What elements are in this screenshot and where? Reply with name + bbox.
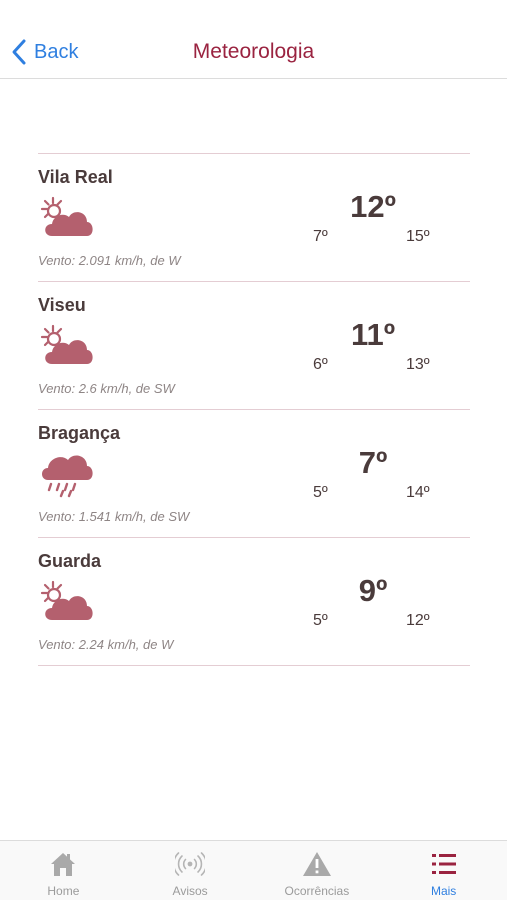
- tab-label: Home: [47, 884, 80, 898]
- partly-cloudy-icon: [40, 324, 93, 364]
- city-name: Guarda: [38, 551, 102, 571]
- page-title: Meteorologia: [192, 40, 315, 63]
- forecast-row: Vila Real Vento: 2.091 km/h, de W 12º 7º…: [38, 154, 470, 282]
- city-name: Vila Real: [38, 167, 113, 187]
- forecast-row: Bragança Vento: 1.541 km/h, de SW 7º 5º …: [38, 410, 470, 538]
- tab-avisos[interactable]: Avisos: [127, 841, 254, 900]
- tab-home[interactable]: Home: [0, 841, 127, 900]
- wind-info: Vento: 2.6 km/h, de SW: [38, 381, 175, 396]
- rain-cloud-icon: [42, 455, 93, 498]
- max-temperature: 15º: [406, 228, 430, 245]
- min-temperature: 7º: [313, 228, 328, 245]
- tab-label: Avisos: [172, 884, 208, 898]
- wind-info: Vento: 2.091 km/h, de W: [38, 253, 181, 268]
- wind-info: Vento: 1.541 km/h, de SW: [38, 509, 190, 524]
- current-temperature: 11º: [350, 317, 396, 352]
- city-name: Bragança: [38, 423, 121, 443]
- current-temperature: 12º: [350, 189, 396, 224]
- tab-label: Mais: [430, 884, 457, 898]
- forecast-row: Viseu Vento: 2.6 km/h, de SW 11º 6º 13º: [38, 282, 470, 410]
- tab-label: Ocorrências: [284, 884, 350, 898]
- warning-icon: [302, 852, 331, 876]
- tab-bar: Home Avisos Ocorrências Mais: [0, 840, 507, 900]
- min-temperature: 5º: [313, 484, 328, 501]
- forecast-list: Vila Real Vento: 2.091 km/h, de W 12º 7º…: [38, 153, 470, 666]
- wind-info: Vento: 2.24 km/h, de W: [38, 637, 174, 652]
- current-temperature: 9º: [358, 573, 388, 608]
- partly-cloudy-icon: [40, 580, 93, 620]
- max-temperature: 12º: [406, 612, 430, 629]
- navigation-bar: Back Meteorologia: [0, 0, 507, 79]
- max-temperature: 13º: [406, 356, 430, 373]
- broadcast-icon: [175, 852, 206, 876]
- tab-ocorrencias[interactable]: Ocorrências: [254, 841, 381, 900]
- forecast-row: Guarda Vento: 2.24 km/h, de W 9º 5º 12º: [38, 538, 470, 666]
- max-temperature: 14º: [406, 484, 430, 501]
- current-temperature: 7º: [358, 445, 388, 480]
- min-temperature: 5º: [313, 612, 328, 629]
- tab-mais[interactable]: Mais: [380, 841, 507, 900]
- partly-cloudy-icon: [40, 196, 93, 236]
- home-icon: [51, 853, 76, 876]
- min-temperature: 6º: [313, 356, 328, 373]
- list-icon: [431, 854, 456, 874]
- city-name: Viseu: [38, 295, 86, 315]
